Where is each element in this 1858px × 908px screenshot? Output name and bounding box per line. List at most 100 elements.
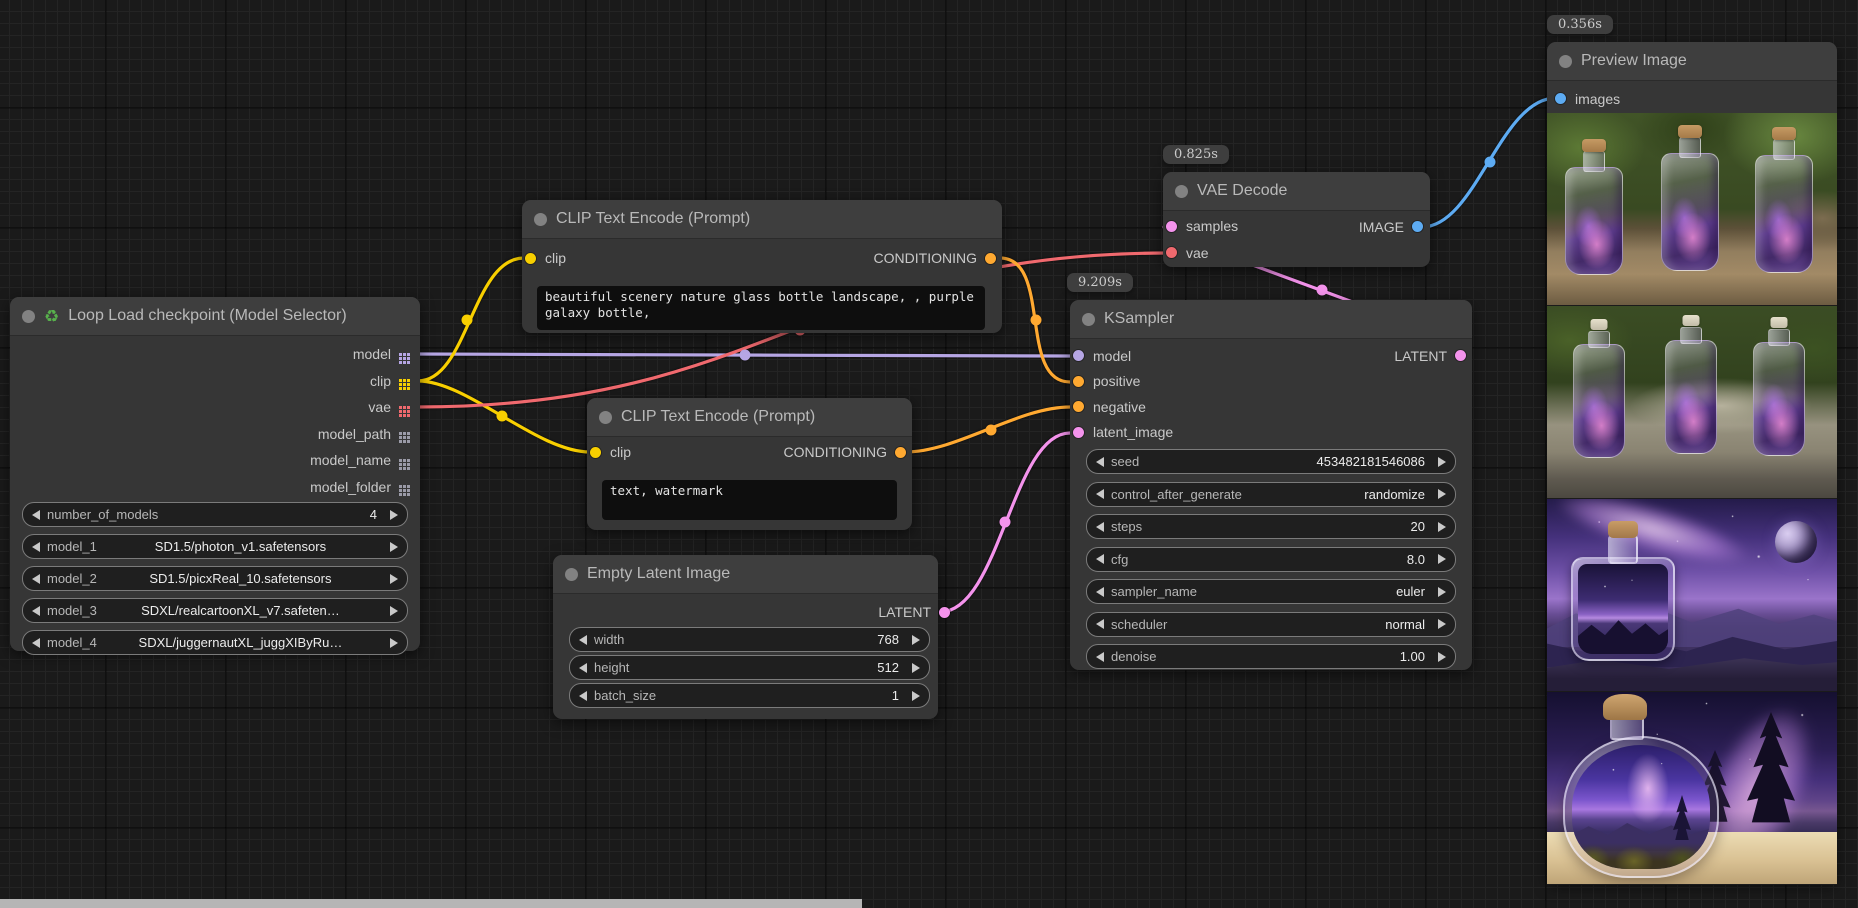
node-ksampler[interactable]: 9.209s KSampler model positive negative … — [1070, 300, 1472, 670]
input-slot-images[interactable]: images — [1547, 86, 1620, 111]
output-slot-conditioning[interactable]: CONDITIONING — [784, 439, 906, 465]
stepper-right-icon[interactable] — [1438, 457, 1446, 467]
latent-port-icon[interactable] — [1455, 350, 1466, 361]
input-slot-vae[interactable]: vae — [1163, 240, 1209, 267]
output-slot-conditioning[interactable]: CONDITIONING — [874, 245, 996, 271]
stepper-right-icon[interactable] — [390, 574, 398, 584]
stepper-left-icon[interactable] — [32, 574, 40, 584]
stepper-right-icon[interactable] — [1438, 652, 1446, 662]
stepper-right-icon[interactable] — [912, 663, 920, 673]
output-slot-model-path[interactable]: model_path — [10, 421, 410, 448]
widget-sampler-name[interactable]: sampler_name euler — [1086, 579, 1456, 604]
widget-model-3[interactable]: model_3 SDXL/realcartoonXL_v7.safeten… — [22, 598, 408, 623]
list-slot-grid-icon[interactable] — [399, 406, 402, 409]
input-slot-model[interactable]: model — [1070, 343, 1131, 369]
preview-image-2[interactable] — [1547, 306, 1837, 499]
node-titlebar[interactable]: CLIP Text Encode (Prompt) — [522, 200, 1002, 239]
input-slot-clip[interactable]: clip — [522, 245, 566, 271]
input-slot-positive[interactable]: positive — [1070, 369, 1140, 395]
conditioning-port-icon[interactable] — [1073, 401, 1084, 412]
stepper-right-icon[interactable] — [1438, 554, 1446, 564]
stepper-left-icon[interactable] — [579, 691, 587, 701]
model-port-icon[interactable] — [1073, 350, 1084, 361]
stepper-left-icon[interactable] — [1096, 554, 1104, 564]
widget-height[interactable]: height 512 — [569, 655, 930, 680]
stepper-left-icon[interactable] — [1096, 489, 1104, 499]
preview-image-3[interactable] — [1547, 499, 1837, 692]
stepper-right-icon[interactable] — [912, 635, 920, 645]
widget-number-of-models[interactable]: number_of_models 4 — [22, 502, 408, 527]
stepper-left-icon[interactable] — [1096, 587, 1104, 597]
stepper-left-icon[interactable] — [1096, 522, 1104, 532]
node-preview-image[interactable]: 0.356s Preview Image images — [1547, 42, 1837, 883]
node-titlebar[interactable]: Preview Image — [1547, 42, 1837, 81]
latent-port-icon[interactable] — [939, 607, 950, 618]
list-slot-grid-icon[interactable] — [399, 353, 402, 356]
clip-port-icon[interactable] — [590, 447, 601, 458]
stepper-right-icon[interactable] — [390, 510, 398, 520]
widget-control-after-generate[interactable]: control_after_generate randomize — [1086, 482, 1456, 507]
widget-model-2[interactable]: model_2 SD1.5/picxReal_10.safetensors — [22, 566, 408, 591]
node-titlebar[interactable]: CLIP Text Encode (Prompt) — [587, 398, 912, 437]
prompt-textarea[interactable]: text, watermark — [602, 480, 897, 520]
node-graph-canvas[interactable]: ♻ Loop Load checkpoint (Model Selector) … — [0, 0, 1858, 908]
node-clip-text-encode-negative[interactable]: CLIP Text Encode (Prompt) clip CONDITION… — [587, 398, 912, 530]
widget-model-4[interactable]: model_4 SDXL/juggernautXL_juggXIByRu… — [22, 630, 408, 655]
preview-image-4[interactable] — [1547, 692, 1837, 885]
output-slot-image[interactable]: IMAGE — [1359, 214, 1423, 239]
stepper-right-icon[interactable] — [390, 606, 398, 616]
stepper-left-icon[interactable] — [579, 663, 587, 673]
output-slot-model-folder[interactable]: model_folder — [10, 474, 410, 501]
stepper-left-icon[interactable] — [1096, 457, 1104, 467]
stepper-right-icon[interactable] — [1438, 619, 1446, 629]
stepper-right-icon[interactable] — [390, 638, 398, 648]
image-port-icon[interactable] — [1555, 93, 1566, 104]
output-slot-vae[interactable]: vae — [10, 394, 410, 421]
stepper-left-icon[interactable] — [32, 542, 40, 552]
stepper-right-icon[interactable] — [912, 691, 920, 701]
prompt-textarea[interactable]: beautiful scenery nature glass bottle la… — [537, 286, 985, 330]
stepper-right-icon[interactable] — [1438, 587, 1446, 597]
output-slot-model[interactable]: model — [10, 341, 410, 368]
stepper-left-icon[interactable] — [579, 635, 587, 645]
input-slot-clip[interactable]: clip — [587, 439, 631, 465]
latent-port-icon[interactable] — [1166, 221, 1177, 232]
preview-image-1[interactable] — [1547, 113, 1837, 306]
widget-scheduler[interactable]: scheduler normal — [1086, 612, 1456, 637]
widget-model-1[interactable]: model_1 SD1.5/photon_v1.safetensors — [22, 534, 408, 559]
stepper-right-icon[interactable] — [1438, 489, 1446, 499]
widget-seed[interactable]: seed 453482181546086 — [1086, 449, 1456, 474]
node-loop-load-checkpoint[interactable]: ♻ Loop Load checkpoint (Model Selector) … — [10, 297, 420, 651]
input-slot-samples[interactable]: samples — [1163, 213, 1238, 240]
widget-steps[interactable]: steps 20 — [1086, 514, 1456, 539]
output-slot-latent[interactable]: LATENT — [878, 600, 950, 624]
output-slot-clip[interactable]: clip — [10, 368, 410, 395]
node-titlebar[interactable]: VAE Decode — [1163, 172, 1430, 211]
stepper-left-icon[interactable] — [32, 638, 40, 648]
output-slot-model-name[interactable]: model_name — [10, 447, 410, 474]
list-slot-grid-icon[interactable] — [399, 459, 402, 462]
widget-denoise[interactable]: denoise 1.00 — [1086, 644, 1456, 669]
output-slot-latent[interactable]: LATENT — [1394, 343, 1466, 368]
clip-port-icon[interactable] — [525, 253, 536, 264]
stepper-left-icon[interactable] — [32, 606, 40, 616]
conditioning-port-icon[interactable] — [1073, 376, 1084, 387]
image-port-icon[interactable] — [1412, 221, 1423, 232]
list-slot-grid-icon[interactable] — [399, 432, 402, 435]
conditioning-port-icon[interactable] — [985, 253, 996, 264]
conditioning-port-icon[interactable] — [895, 447, 906, 458]
stepper-left-icon[interactable] — [1096, 652, 1104, 662]
node-titlebar[interactable]: Empty Latent Image — [553, 555, 938, 594]
node-titlebar[interactable]: ♻ Loop Load checkpoint (Model Selector) — [10, 297, 420, 336]
widget-width[interactable]: width 768 — [569, 627, 930, 652]
widget-cfg[interactable]: cfg 8.0 — [1086, 547, 1456, 572]
input-slot-latent-image[interactable]: latent_image — [1070, 420, 1173, 446]
latent-port-icon[interactable] — [1073, 427, 1084, 438]
input-slot-negative[interactable]: negative — [1070, 394, 1146, 420]
list-slot-grid-icon[interactable] — [399, 379, 402, 382]
stepper-left-icon[interactable] — [1096, 619, 1104, 629]
node-vae-decode[interactable]: 0.825s VAE Decode samples vae IMAGE — [1163, 172, 1430, 267]
stepper-right-icon[interactable] — [390, 542, 398, 552]
node-clip-text-encode-positive[interactable]: CLIP Text Encode (Prompt) clip CONDITION… — [522, 200, 1002, 333]
vae-port-icon[interactable] — [1166, 247, 1177, 258]
